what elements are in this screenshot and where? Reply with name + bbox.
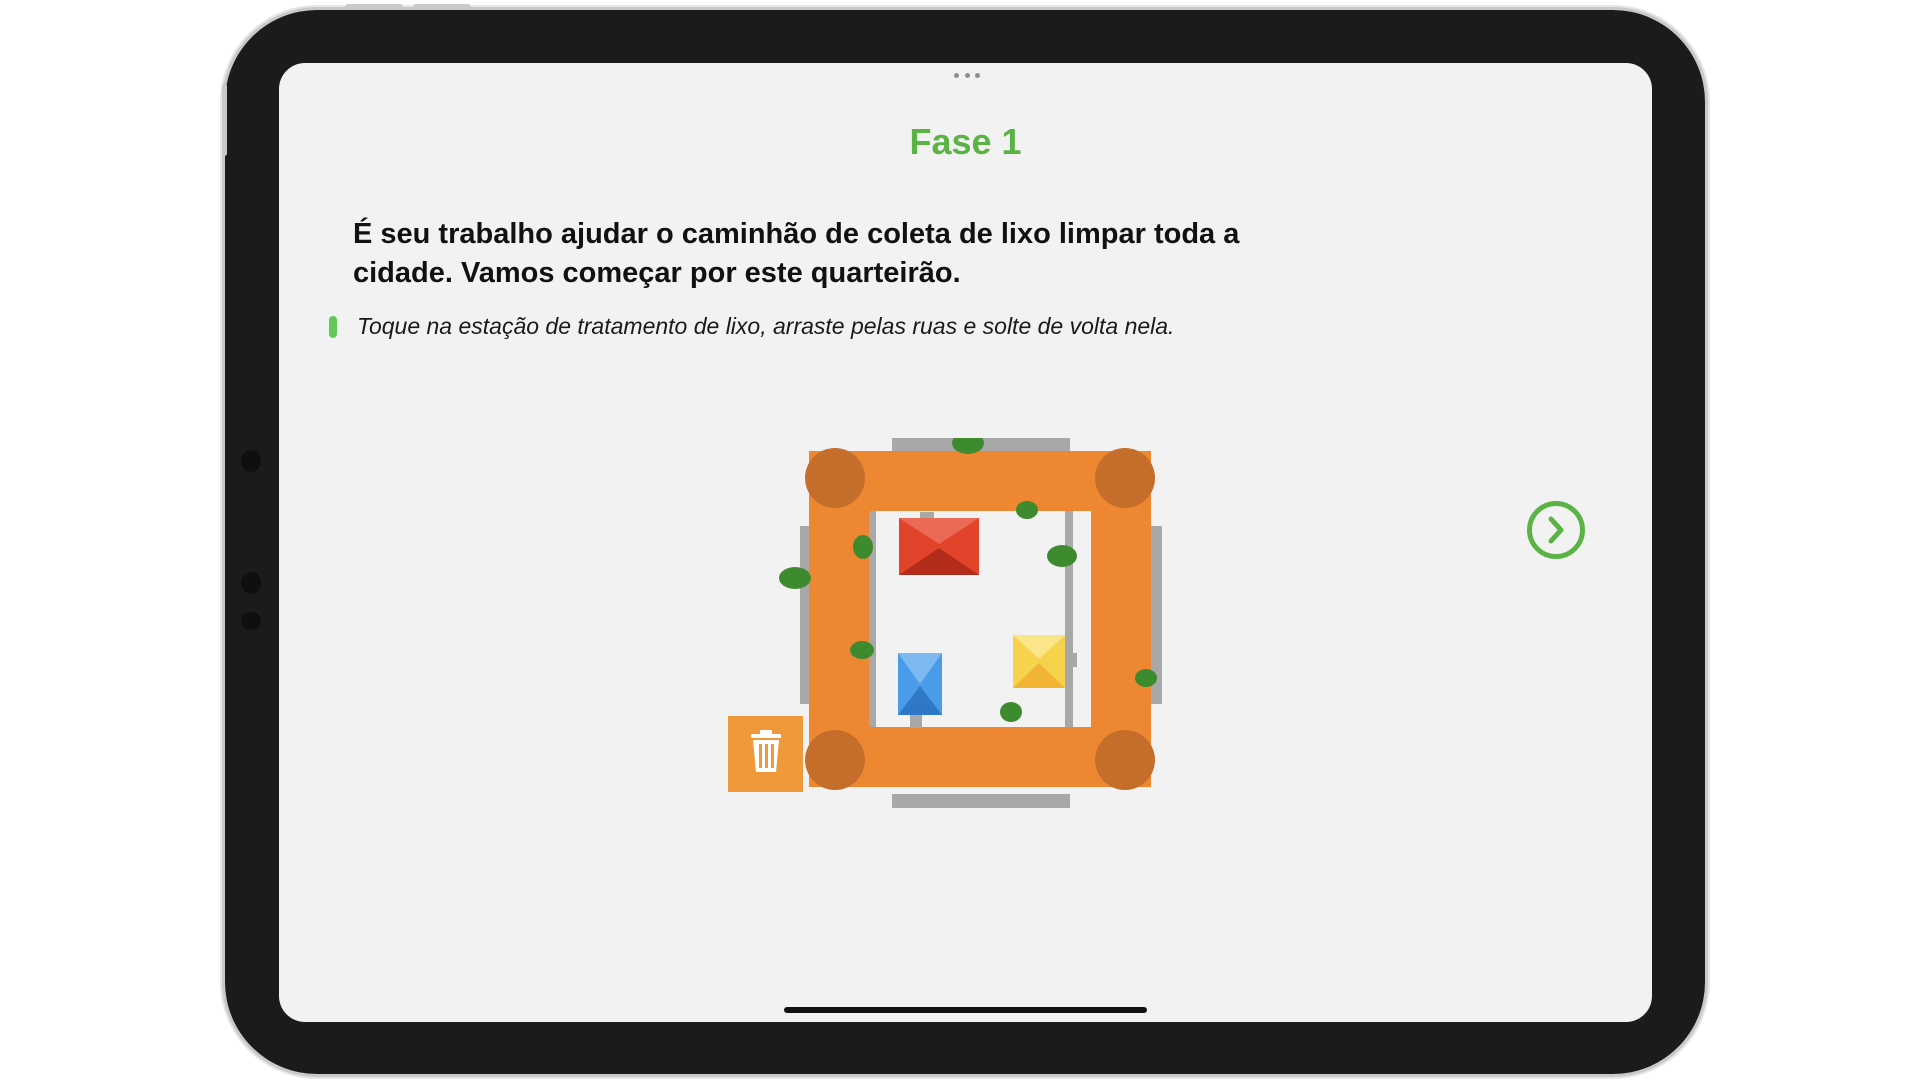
camera-dot bbox=[241, 450, 261, 472]
sidewalk-bottom bbox=[892, 794, 1070, 808]
intersection-bottom-right[interactable] bbox=[1095, 730, 1155, 790]
camera-dot bbox=[241, 612, 261, 630]
app-screen: Fase 1 É seu trabalho ajudar o caminhão … bbox=[279, 63, 1652, 1022]
lead-text: É seu trabalho ajudar o caminhão de cole… bbox=[353, 218, 1240, 289]
intersection-bottom-left[interactable] bbox=[805, 730, 865, 790]
instruction-row: Toque na estação de tratamento de lixo, … bbox=[329, 313, 1174, 340]
side-button bbox=[222, 84, 227, 156]
trash-station[interactable] bbox=[728, 716, 803, 792]
multitasking-grabber[interactable] bbox=[954, 73, 980, 79]
sidewalk-inner-right bbox=[1065, 511, 1073, 727]
top-button bbox=[345, 4, 403, 10]
intersection-top-right[interactable] bbox=[1095, 448, 1155, 508]
puzzle-board bbox=[728, 438, 1162, 808]
next-button[interactable] bbox=[1527, 501, 1585, 559]
page-title: Fase 1 bbox=[909, 121, 1022, 162]
intersection-top-left[interactable] bbox=[805, 448, 865, 508]
house-red bbox=[899, 512, 979, 575]
top-button-2 bbox=[413, 4, 471, 10]
home-indicator[interactable] bbox=[784, 1007, 1147, 1013]
instruction-marker bbox=[329, 315, 337, 338]
instruction-text: Toque na estação de tratamento de lixo, … bbox=[357, 313, 1175, 339]
chevron-right-icon bbox=[1548, 516, 1564, 544]
camera-dot bbox=[241, 572, 261, 594]
house-blue bbox=[898, 653, 942, 728]
